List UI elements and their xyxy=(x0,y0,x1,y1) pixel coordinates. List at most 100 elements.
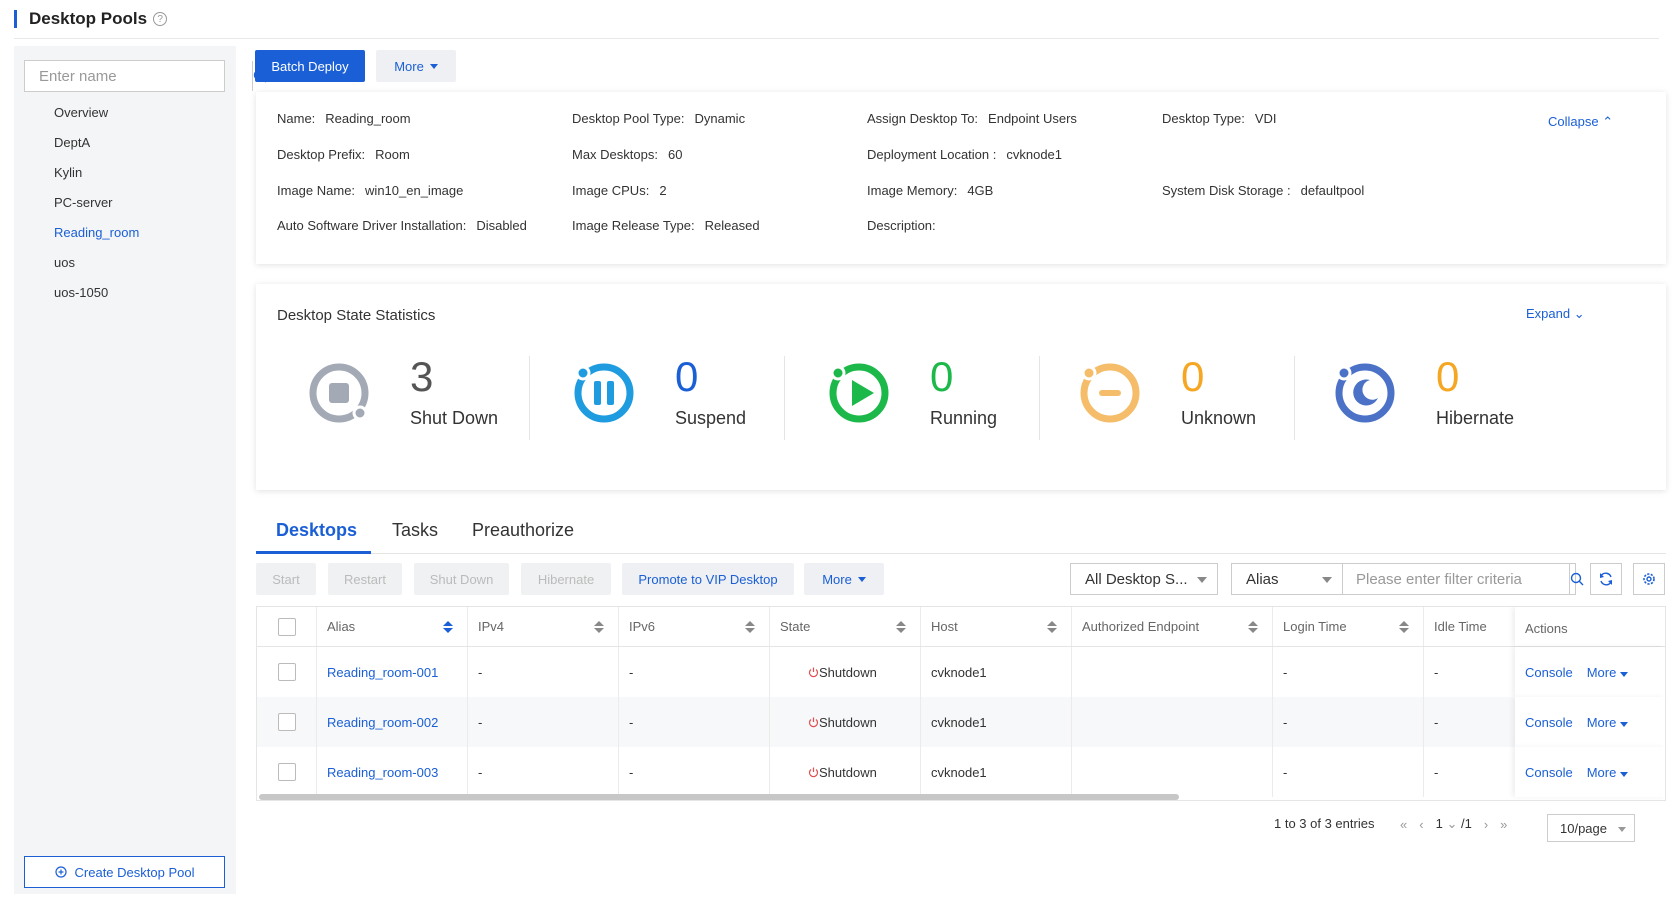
table-more-label: More xyxy=(822,571,852,587)
console-link[interactable]: Console xyxy=(1525,715,1573,730)
hibernate-button[interactable]: Hibernate xyxy=(521,563,611,595)
tab-bar: Desktops Tasks Preauthorize xyxy=(256,510,1666,554)
sort-icon[interactable] xyxy=(745,620,755,633)
tab-desktops[interactable]: Desktops xyxy=(276,520,357,541)
filter-input[interactable] xyxy=(1342,564,1569,594)
refresh-button[interactable] xyxy=(1590,563,1622,595)
prev-page-icon[interactable]: ‹ xyxy=(1419,817,1423,832)
login-time-cell: - xyxy=(1273,697,1424,747)
expand-link[interactable]: Expand ⌄ xyxy=(1526,306,1585,322)
console-link[interactable]: Console xyxy=(1525,765,1573,780)
table-row[interactable]: Reading_room-001 - - Shutdown cvknode1 -… xyxy=(257,647,1665,697)
ipv4-cell: - xyxy=(468,697,619,747)
sidebar-item-uos-1050[interactable]: uos-1050 xyxy=(14,278,236,308)
pagination-controls: « ‹ 1 ⌄ /1 › » xyxy=(1400,816,1507,832)
batch-deploy-button[interactable]: Batch Deploy xyxy=(255,50,365,82)
power-icon xyxy=(808,667,819,677)
state-filter-select[interactable]: All Desktop S... xyxy=(1070,563,1218,595)
alias-link[interactable]: Reading_room-002 xyxy=(317,697,468,747)
header-actions-label: Actions xyxy=(1525,621,1568,636)
power-icon xyxy=(808,767,819,777)
settings-button[interactable] xyxy=(1633,563,1665,595)
suspend-label: Suspend xyxy=(675,408,747,428)
select-all-checkbox[interactable] xyxy=(277,617,296,636)
header-divider xyxy=(14,38,1659,39)
sort-icon[interactable] xyxy=(1047,620,1057,633)
last-page-icon[interactable]: » xyxy=(1500,817,1507,832)
info-name: Name: Reading_room xyxy=(277,111,411,126)
header-authorized-endpoint[interactable]: Authorized Endpoint xyxy=(1072,607,1273,646)
create-desktop-pool-button[interactable]: Create Desktop Pool xyxy=(24,856,225,888)
console-link[interactable]: Console xyxy=(1525,665,1573,680)
table-row[interactable]: Reading_room-002 - - Shutdown cvknode1 -… xyxy=(257,697,1665,747)
row-checkbox-cell xyxy=(257,647,317,697)
caret-down-icon xyxy=(1619,771,1628,777)
alias-link[interactable]: Reading_room-001 xyxy=(317,647,468,697)
table-row[interactable]: Reading_room-003 - - Shutdown cvknode1 -… xyxy=(257,747,1665,797)
first-page-icon[interactable]: « xyxy=(1400,817,1407,832)
sidebar-item-kylin[interactable]: Kylin xyxy=(14,158,236,188)
sort-icon[interactable] xyxy=(443,620,453,633)
pool-search-input[interactable] xyxy=(25,61,252,91)
row-more-link[interactable]: More xyxy=(1587,715,1628,730)
horizontal-scrollbar[interactable] xyxy=(259,794,1179,800)
page-size-select[interactable]: 10/page xyxy=(1547,814,1635,842)
host-cell: cvknode1 xyxy=(921,647,1072,697)
stat-divider xyxy=(529,356,530,440)
login-time-cell: - xyxy=(1273,647,1424,697)
sidebar-item-depta[interactable]: DeptA xyxy=(14,128,236,158)
help-icon[interactable]: ? xyxy=(153,12,168,26)
stat-divider xyxy=(1294,356,1295,440)
sort-icon[interactable] xyxy=(1248,620,1258,633)
endpoint-cell xyxy=(1072,747,1273,797)
idle-time-cell: - xyxy=(1424,747,1524,797)
start-button[interactable]: Start xyxy=(256,563,316,595)
header-host[interactable]: Host xyxy=(921,607,1072,646)
unknown-label: Unknown xyxy=(1181,408,1257,428)
state-cell: Shutdown xyxy=(770,747,921,797)
table-more-button[interactable]: More xyxy=(804,563,884,595)
stats-title: Desktop State Statistics xyxy=(277,307,436,324)
sidebar-item-pc-server[interactable]: PC-server xyxy=(14,188,236,218)
caret-down-icon xyxy=(1619,721,1628,727)
chevron-down-icon xyxy=(1322,577,1332,583)
sidebar-item-reading-room[interactable]: Reading_room xyxy=(14,218,236,248)
sort-icon[interactable] xyxy=(1399,620,1409,633)
row-more-link[interactable]: More xyxy=(1587,665,1628,680)
sort-icon[interactable] xyxy=(896,620,906,633)
desktops-table: Alias IPv4 IPv6 State Host Authorized En… xyxy=(256,606,1666,801)
shut-down-button[interactable]: Shut Down xyxy=(414,563,509,595)
row-checkbox[interactable] xyxy=(277,713,296,731)
alias-link[interactable]: Reading_room-003 xyxy=(317,747,468,797)
unknown-icon xyxy=(1080,363,1140,423)
tab-preauthorize[interactable]: Preauthorize xyxy=(472,520,574,541)
header-ipv6[interactable]: IPv6 xyxy=(619,607,770,646)
sort-icon[interactable] xyxy=(594,620,604,633)
header-login-time[interactable]: Login Time xyxy=(1273,607,1424,646)
header-state[interactable]: State xyxy=(770,607,921,646)
collapse-link[interactable]: Collapse ⌃ xyxy=(1548,114,1613,130)
filter-search-button[interactable] xyxy=(1569,564,1584,594)
ipv6-cell: - xyxy=(619,647,770,697)
row-checkbox[interactable] xyxy=(277,663,296,681)
promote-vip-button[interactable]: Promote to VIP Desktop xyxy=(622,563,794,595)
row-more-link[interactable]: More xyxy=(1587,765,1628,780)
sidebar-item-overview[interactable]: Overview xyxy=(14,98,236,128)
page-number-select[interactable]: 1 ⌄ /1 xyxy=(1436,816,1472,832)
info-description: Description: xyxy=(867,218,936,233)
pagination-summary: 1 to 3 of 3 entries xyxy=(1274,816,1375,831)
more-dropdown-button[interactable]: More xyxy=(376,50,456,82)
plus-circle-icon xyxy=(54,866,67,878)
page-size-value: 10/page xyxy=(1560,820,1607,836)
tab-tasks[interactable]: Tasks xyxy=(392,520,438,541)
info-release: Image Release Type: Released xyxy=(572,218,760,233)
filter-field-select[interactable]: Alias xyxy=(1231,563,1343,595)
state-cell: Shutdown xyxy=(770,697,921,747)
row-checkbox[interactable] xyxy=(277,763,296,781)
more-label: More xyxy=(394,58,424,74)
sidebar-item-uos[interactable]: uos xyxy=(14,248,236,278)
header-alias[interactable]: Alias xyxy=(317,607,468,646)
next-page-icon[interactable]: › xyxy=(1484,817,1488,832)
header-ipv4[interactable]: IPv4 xyxy=(468,607,619,646)
restart-button[interactable]: Restart xyxy=(328,563,402,595)
